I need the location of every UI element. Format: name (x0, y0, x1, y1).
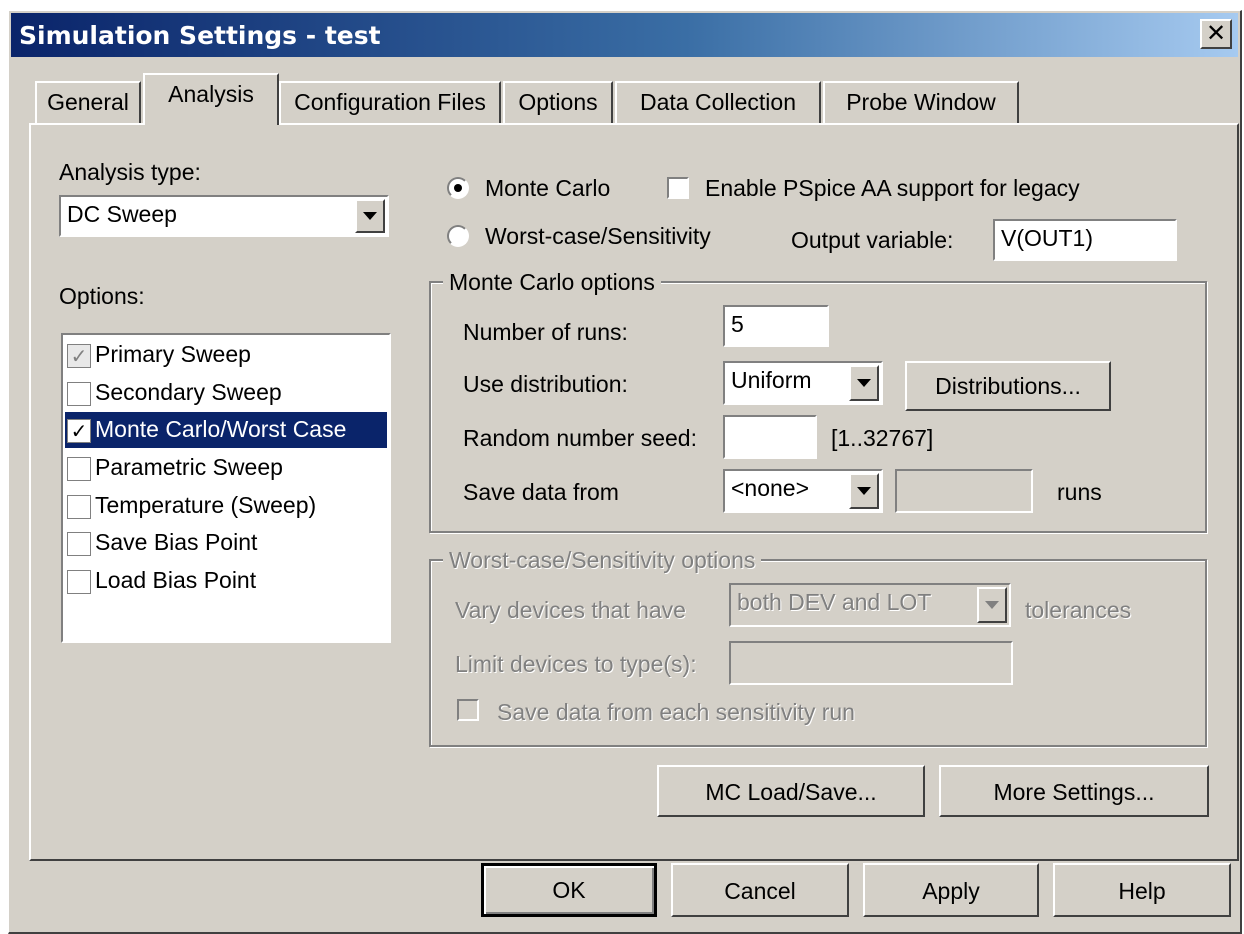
tab-probe-window[interactable]: Probe Window (823, 81, 1019, 123)
runs-input[interactable]: 5 (723, 305, 829, 347)
limit-devices-input[interactable] (729, 641, 1013, 685)
cancel-button[interactable]: Cancel (671, 863, 849, 917)
save-data-value: <none> (731, 475, 810, 501)
help-button[interactable]: Help (1053, 863, 1231, 917)
vary-devices-select[interactable]: both DEV and LOT (729, 583, 1011, 627)
worst-case-radio[interactable] (447, 225, 469, 247)
analysis-type-select[interactable]: DC Sweep (59, 195, 389, 237)
runs-label: Number of runs: (463, 319, 628, 345)
analysis-type-value: DC Sweep (67, 201, 177, 227)
distribution-value: Uniform (731, 367, 812, 393)
window-title: Simulation Settings - test (19, 21, 381, 50)
options-listbox[interactable]: ✓ Primary Sweep Secondary Sweep ✓ Monte … (61, 333, 391, 643)
tab-label: General (47, 89, 129, 115)
save-data-select[interactable]: <none> (723, 469, 883, 513)
worst-case-label: Worst-case/Sensitivity (485, 223, 711, 249)
checkbox-checked-icon[interactable]: ✓ (67, 344, 91, 368)
seed-label: Random number seed: (463, 425, 697, 451)
tab-label: Analysis (168, 81, 254, 107)
distributions-button-label: Distributions... (935, 373, 1081, 399)
vary-devices-label: Vary devices that have (455, 597, 686, 623)
limit-devices-label: Limit devices to type(s): (455, 651, 697, 677)
runs-value: 5 (731, 311, 744, 337)
tab-general[interactable]: General (35, 81, 141, 123)
monte-carlo-label: Monte Carlo (485, 175, 611, 201)
list-item-primary-sweep[interactable]: ✓ Primary Sweep (65, 337, 387, 373)
list-item-monte-carlo-worst-case[interactable]: ✓ Monte Carlo/Worst Case (65, 412, 387, 448)
list-item-label: Secondary Sweep (95, 379, 282, 405)
close-button[interactable]: ✕ (1200, 19, 1232, 49)
save-each-run-label: Save data from each sensitivity run (497, 699, 855, 725)
analysis-tab-panel: Analysis type: DC Sweep Options: ✓ Prima… (29, 123, 1239, 861)
chevron-down-icon[interactable] (977, 587, 1007, 623)
cancel-button-label: Cancel (724, 878, 796, 904)
list-item-load-bias-point[interactable]: Load Bias Point (65, 563, 387, 599)
tolerances-suffix-label: tolerances (1025, 597, 1132, 623)
tab-label: Configuration Files (294, 89, 486, 115)
worst-case-options-title: Worst-case/Sensitivity options (443, 547, 762, 574)
checkbox-icon[interactable] (67, 457, 91, 481)
distribution-label: Use distribution: (463, 371, 628, 397)
mc-load-save-button[interactable]: MC Load/Save... (657, 765, 925, 817)
monte-carlo-radio[interactable] (447, 177, 469, 199)
ok-button[interactable]: OK (481, 863, 657, 917)
title-bar[interactable]: Simulation Settings - test ✕ (11, 13, 1238, 57)
checkbox-icon[interactable] (67, 382, 91, 406)
chevron-down-icon[interactable] (849, 365, 879, 401)
apply-button-label: Apply (922, 878, 980, 904)
tab-label: Probe Window (846, 89, 996, 115)
list-item-label: Load Bias Point (95, 567, 257, 593)
chevron-down-icon[interactable] (355, 199, 385, 233)
list-item-save-bias-point[interactable]: Save Bias Point (65, 525, 387, 561)
mc-load-save-button-label: MC Load/Save... (705, 779, 877, 805)
close-icon: ✕ (1205, 19, 1227, 47)
save-each-run-checkbox[interactable] (457, 699, 479, 721)
output-variable-label: Output variable: (791, 227, 954, 253)
legacy-support-checkbox[interactable] (667, 177, 689, 199)
tab-analysis[interactable]: Analysis (143, 73, 279, 125)
more-settings-button-label: More Settings... (993, 779, 1155, 805)
analysis-type-label: Analysis type: (59, 159, 201, 185)
list-item-parametric-sweep[interactable]: Parametric Sweep (65, 450, 387, 486)
help-button-label: Help (1118, 878, 1166, 904)
ok-button-label: OK (552, 877, 586, 903)
list-item-temperature-sweep[interactable]: Temperature (Sweep) (65, 488, 387, 524)
tab-configuration-files[interactable]: Configuration Files (279, 81, 501, 123)
runs-suffix-label: runs (1057, 479, 1102, 505)
chevron-down-icon[interactable] (849, 473, 879, 509)
tab-label: Data Collection (640, 89, 796, 115)
list-item-secondary-sweep[interactable]: Secondary Sweep (65, 375, 387, 411)
output-variable-input[interactable]: V(OUT1) (993, 219, 1177, 261)
tab-label: Options (518, 89, 598, 115)
distribution-select[interactable]: Uniform (723, 361, 883, 405)
more-settings-button[interactable]: More Settings... (939, 765, 1209, 817)
checkbox-icon[interactable] (67, 570, 91, 594)
options-label: Options: (59, 283, 145, 309)
output-variable-value: V(OUT1) (1001, 225, 1093, 251)
save-runs-input[interactable] (895, 469, 1033, 513)
legacy-support-label: Enable PSpice AA support for legacy (705, 175, 1080, 201)
monte-carlo-options-title: Monte Carlo options (443, 269, 661, 296)
tab-options[interactable]: Options (503, 81, 613, 123)
list-item-label: Primary Sweep (95, 341, 251, 367)
list-item-label: Temperature (Sweep) (95, 492, 317, 518)
distributions-button[interactable]: Distributions... (905, 361, 1111, 411)
tab-data-collection[interactable]: Data Collection (615, 81, 821, 123)
apply-button[interactable]: Apply (863, 863, 1039, 917)
list-item-label: Save Bias Point (95, 529, 258, 555)
save-data-label: Save data from (463, 479, 619, 505)
checkbox-icon[interactable] (67, 495, 91, 519)
simulation-settings-dialog: Simulation Settings - test ✕ General Ana… (8, 10, 1242, 934)
checkbox-icon[interactable] (67, 532, 91, 556)
checkbox-checked-icon[interactable]: ✓ (67, 419, 91, 443)
list-item-label: Parametric Sweep (95, 454, 283, 480)
vary-devices-value: both DEV and LOT (737, 589, 932, 615)
seed-input[interactable] (723, 415, 817, 459)
seed-range-label: [1..32767] (831, 425, 934, 451)
list-item-label: Monte Carlo/Worst Case (95, 416, 347, 442)
